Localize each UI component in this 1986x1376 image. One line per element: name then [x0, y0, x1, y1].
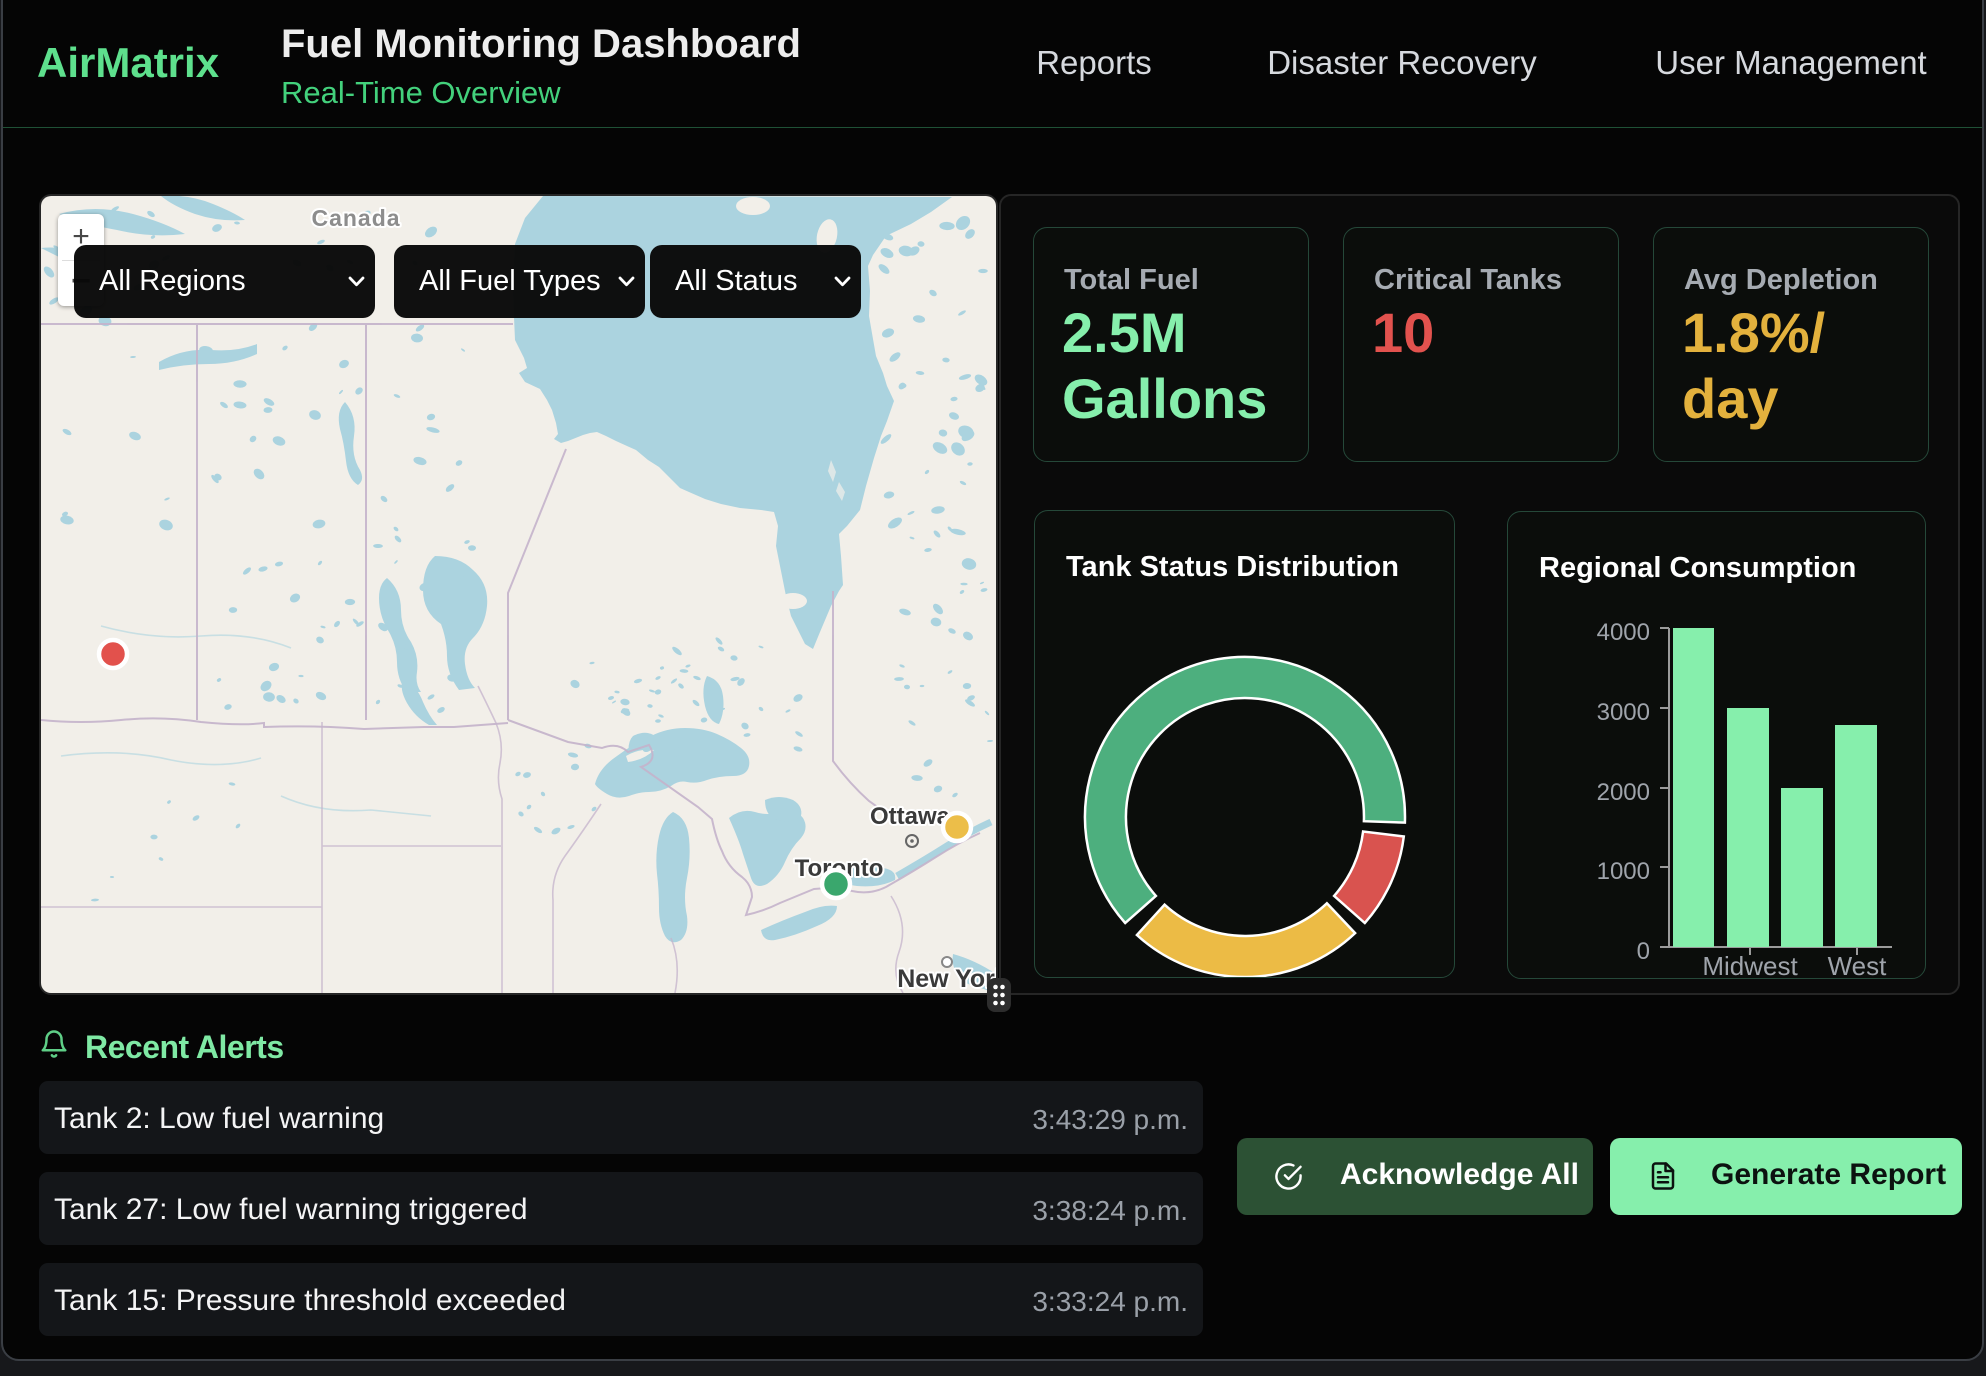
- svg-text:3000: 3000: [1597, 699, 1650, 726]
- svg-text:Midwest: Midwest: [1702, 951, 1798, 979]
- svg-text:4000: 4000: [1597, 619, 1650, 646]
- svg-text:Canada: Canada: [311, 205, 400, 231]
- svg-text:New York: New York: [897, 965, 996, 993]
- svg-text:2000: 2000: [1597, 779, 1650, 806]
- svg-text:Ottawa: Ottawa: [870, 803, 951, 830]
- svg-text:1000: 1000: [1597, 858, 1650, 885]
- svg-text:West: West: [1828, 951, 1888, 979]
- svg-text:0: 0: [1637, 938, 1650, 965]
